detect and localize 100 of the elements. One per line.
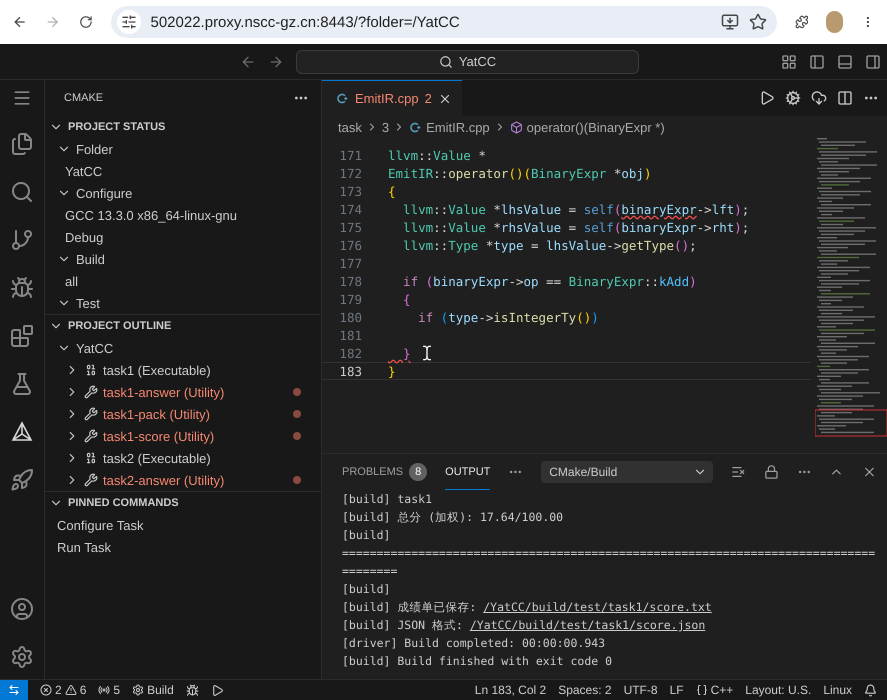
run-icon[interactable] bbox=[759, 90, 775, 106]
modified-dot bbox=[293, 432, 301, 440]
tree-item[interactable]: Configure bbox=[76, 186, 132, 200]
rocket-icon[interactable] bbox=[10, 468, 34, 492]
bell-icon[interactable] bbox=[864, 684, 877, 696]
line-number: 171 bbox=[338, 148, 362, 162]
gear-icon[interactable] bbox=[785, 90, 801, 106]
run-debug-icon[interactable] bbox=[10, 276, 34, 300]
tree-item[interactable]: task1-score (Utility) bbox=[103, 428, 214, 444]
code-line: llvm::Value *rhsValue = self(binaryExpr->rht); bbox=[402, 220, 750, 234]
layout-icon[interactable] bbox=[781, 54, 797, 70]
settings-icon[interactable] bbox=[10, 645, 34, 669]
download-icon[interactable] bbox=[811, 90, 827, 106]
build-status[interactable]: Build bbox=[132, 683, 174, 697]
antenna-icon bbox=[98, 684, 110, 696]
problems-status[interactable]: 2 6 bbox=[40, 683, 86, 697]
panel-left-icon[interactable] bbox=[809, 54, 825, 70]
account-icon[interactable] bbox=[10, 597, 34, 621]
address-bar[interactable]: 502022.proxy.nscc-gz.cn:8443/?folder=/YatCC bbox=[110, 6, 776, 38]
status-item[interactable]: Linux bbox=[823, 683, 852, 697]
status-item[interactable]: Layout: U.S. bbox=[745, 683, 812, 697]
tree-item[interactable]: Configure Task bbox=[57, 518, 144, 532]
panel-right-icon[interactable] bbox=[865, 54, 881, 70]
extensions-icon[interactable] bbox=[794, 13, 808, 31]
file-link[interactable]: /YatCC/build/test/task1/score.json bbox=[470, 618, 706, 632]
status-item[interactable]: Spaces: 2 bbox=[558, 683, 612, 697]
warning-icon bbox=[64, 684, 77, 696]
flask-icon[interactable] bbox=[10, 372, 34, 396]
install-icon[interactable] bbox=[720, 13, 738, 31]
lock-icon[interactable] bbox=[764, 464, 779, 480]
tree-item[interactable]: Debug bbox=[65, 230, 104, 244]
triangle-icon[interactable] bbox=[10, 420, 34, 444]
split-editor-icon[interactable] bbox=[837, 90, 853, 106]
tree-item[interactable]: task1-answer (Utility) bbox=[103, 384, 224, 400]
section-header[interactable]: PROJECT OUTLINE bbox=[68, 320, 172, 332]
tree-item[interactable]: task1 (Executable) bbox=[103, 362, 211, 378]
minimap-drawing[interactable] bbox=[815, 138, 887, 438]
output-line: [build] JSON 格式: /YatCC/build/test/task1/score.json bbox=[342, 617, 706, 634]
section-header[interactable]: PINNED COMMANDS bbox=[68, 497, 179, 509]
code-line: llvm::Value * bbox=[388, 148, 486, 162]
error-count: 2 bbox=[55, 683, 62, 697]
search-icon[interactable] bbox=[10, 180, 34, 204]
cube-icon bbox=[510, 120, 523, 134]
code-line: if (binaryExpr->op == BinaryExpr::kAdd) bbox=[402, 274, 697, 288]
line-number: 177 bbox=[338, 256, 362, 270]
code-line: EmitIR::operator()(BinaryExpr *obj) bbox=[388, 166, 652, 180]
bookmark-star-icon[interactable] bbox=[748, 13, 766, 31]
cpp-file-icon bbox=[336, 92, 349, 105]
panel-tab[interactable]: OUTPUT bbox=[445, 454, 490, 490]
output-line: [build] bbox=[342, 581, 392, 598]
line-number: 179 bbox=[338, 292, 362, 306]
tree-item[interactable]: YatCC bbox=[65, 164, 102, 178]
status-item[interactable]: UTF-8 bbox=[624, 683, 658, 697]
tree-item[interactable]: Folder bbox=[76, 142, 113, 156]
breadcrumb-item[interactable]: operator()(BinaryExpr *) bbox=[526, 120, 665, 134]
source-control-icon[interactable] bbox=[10, 228, 34, 252]
modified-dot bbox=[293, 476, 301, 484]
remote-icon bbox=[8, 684, 20, 696]
section-header[interactable]: PROJECT STATUS bbox=[68, 121, 166, 133]
breadcrumb-item[interactable]: EmitIR.cpp bbox=[426, 120, 490, 134]
breadcrumb-item[interactable]: 3 bbox=[382, 120, 390, 134]
avatar[interactable] bbox=[826, 11, 844, 33]
code-line: } bbox=[388, 364, 396, 378]
tree-item[interactable]: task2 (Executable) bbox=[103, 450, 211, 466]
ports-status[interactable]: 5 bbox=[98, 683, 120, 697]
panel-bottom-icon[interactable] bbox=[837, 54, 853, 70]
tree-item[interactable]: GCC 13.3.0 x86_64-linux-gnu bbox=[65, 208, 237, 222]
tree-item[interactable]: task2-answer (Utility) bbox=[103, 472, 224, 488]
breadcrumb-item[interactable]: task bbox=[338, 120, 362, 134]
run-icon[interactable] bbox=[210, 684, 224, 696]
remote-button[interactable] bbox=[0, 680, 28, 700]
file-link[interactable]: /YatCC/build/test/task1/score.txt bbox=[483, 600, 712, 614]
tree-item[interactable]: Build bbox=[76, 252, 105, 266]
extensions-icon[interactable] bbox=[10, 324, 34, 348]
status-item[interactable]: LF bbox=[670, 683, 684, 697]
tree-item[interactable]: Run Task bbox=[57, 540, 111, 554]
tree-item[interactable]: all bbox=[65, 274, 78, 288]
status-item[interactable]: Ln 183, Col 2 bbox=[474, 683, 546, 697]
code-line: { bbox=[388, 184, 396, 198]
status-item[interactable]: C++ bbox=[710, 683, 734, 697]
output-line: ===================================================================================== bbox=[342, 545, 876, 580]
problem-count: 2 bbox=[424, 91, 432, 106]
build-label: Build bbox=[147, 683, 174, 697]
forward-icon[interactable] bbox=[268, 54, 284, 70]
site-settings-icon[interactable] bbox=[120, 14, 136, 30]
debug-icon[interactable] bbox=[186, 684, 199, 696]
tree-item[interactable]: YatCC bbox=[76, 340, 114, 356]
search-icon bbox=[438, 54, 453, 68]
line-number: 182 bbox=[338, 346, 362, 360]
editor-tab[interactable]: EmitIR.cpp 2 bbox=[322, 80, 462, 116]
files-icon[interactable] bbox=[10, 132, 34, 156]
tools-icon bbox=[84, 407, 98, 421]
error-icon bbox=[40, 684, 52, 696]
output-channel-dropdown[interactable]: CMake/Build bbox=[541, 461, 713, 483]
clear-output-icon[interactable] bbox=[730, 464, 746, 480]
tree-item[interactable]: task1-pack (Utility) bbox=[103, 406, 210, 422]
code-line: } bbox=[402, 346, 411, 360]
tree-item[interactable]: Test bbox=[76, 296, 100, 310]
command-center[interactable]: YatCC bbox=[296, 50, 639, 74]
panel-tab[interactable]: PROBLEMS 8 bbox=[342, 454, 428, 490]
